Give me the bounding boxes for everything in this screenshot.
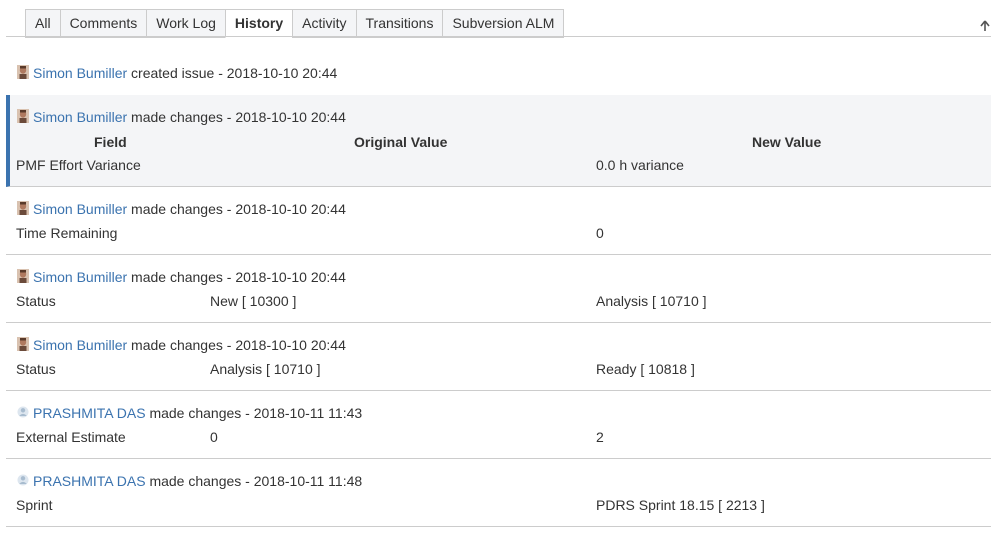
user-link[interactable]: Simon Bumiller [33,201,127,217]
action-text: made changes - 2018-10-11 11:48 [149,473,363,489]
history-entry: Simon Bumiller made changes - 2018-10-10… [6,255,991,323]
new-value: PDRS Sprint 18.15 [ 2213 ] [596,497,765,513]
activity-tabs: All Comments Work Log History Activity T… [25,9,565,38]
original-value-column-header: Original Value [354,134,448,150]
action-text: made changes - 2018-10-10 20:44 [131,269,346,285]
tab-comments[interactable]: Comments [59,9,147,38]
action-text: created issue - 2018-10-10 20:44 [131,65,338,81]
field-name: PMF Effort Variance [16,157,141,173]
user-link[interactable]: PRASHMITA DAS [33,473,146,489]
tab-activity[interactable]: Activity [292,9,356,38]
new-value-column-header: New Value [752,134,822,150]
action-text: made changes - 2018-10-10 20:44 [131,337,346,353]
history-entry: PRASHMITA DAS made changes - 2018-10-11 … [6,459,991,527]
default-avatar-icon [17,406,29,418]
user-link[interactable]: Simon Bumiller [33,65,127,81]
tab-divider [6,36,991,37]
tab-all[interactable]: All [25,9,60,38]
tab-subversion-alm[interactable]: Subversion ALM [442,9,565,38]
field-name: Status [16,361,56,377]
tab-transitions[interactable]: Transitions [355,9,443,38]
history-entry: Simon Bumiller made changes - 2018-10-10… [6,323,991,391]
history-entry-focused: Simon Bumiller made changes - 2018-10-10… [6,95,991,187]
field-name: External Estimate [16,429,126,445]
person-avatar-icon [17,109,29,123]
new-value: Ready [ 10818 ] [596,361,695,377]
field-name: Sprint [16,497,53,513]
user-link[interactable]: Simon Bumiller [33,337,127,353]
history-entry: PRASHMITA DAS made changes - 2018-10-11 … [6,391,991,459]
tab-history[interactable]: History [224,9,293,38]
history-entry: Simon Bumiller created issue - 2018-10-1… [6,52,991,96]
field-name: Time Remaining [16,225,118,241]
new-value: 0.0 h variance [596,157,684,173]
tab-work-log[interactable]: Work Log [146,9,225,38]
user-link[interactable]: Simon Bumiller [33,109,127,125]
action-text: made changes - 2018-10-10 20:44 [131,109,346,125]
arrow-up-icon[interactable] [980,19,990,35]
user-link[interactable]: Simon Bumiller [33,269,127,285]
default-avatar-icon [17,474,29,486]
original-value: 0 [210,429,218,445]
action-text: made changes - 2018-10-10 20:44 [131,201,346,217]
user-link[interactable]: PRASHMITA DAS [33,405,146,421]
field-column-header: Field [94,134,127,150]
person-avatar-icon [17,337,29,351]
person-avatar-icon [17,269,29,283]
person-avatar-icon [17,65,29,79]
new-value: 2 [596,429,604,445]
original-value: Analysis [ 10710 ] [210,361,321,377]
person-avatar-icon [17,201,29,215]
action-text: made changes - 2018-10-11 11:43 [149,405,363,421]
new-value: 0 [596,225,604,241]
new-value: Analysis [ 10710 ] [596,293,707,309]
history-entry: Simon Bumiller made changes - 2018-10-10… [6,187,991,255]
original-value: New [ 10300 ] [210,293,297,309]
field-name: Status [16,293,56,309]
